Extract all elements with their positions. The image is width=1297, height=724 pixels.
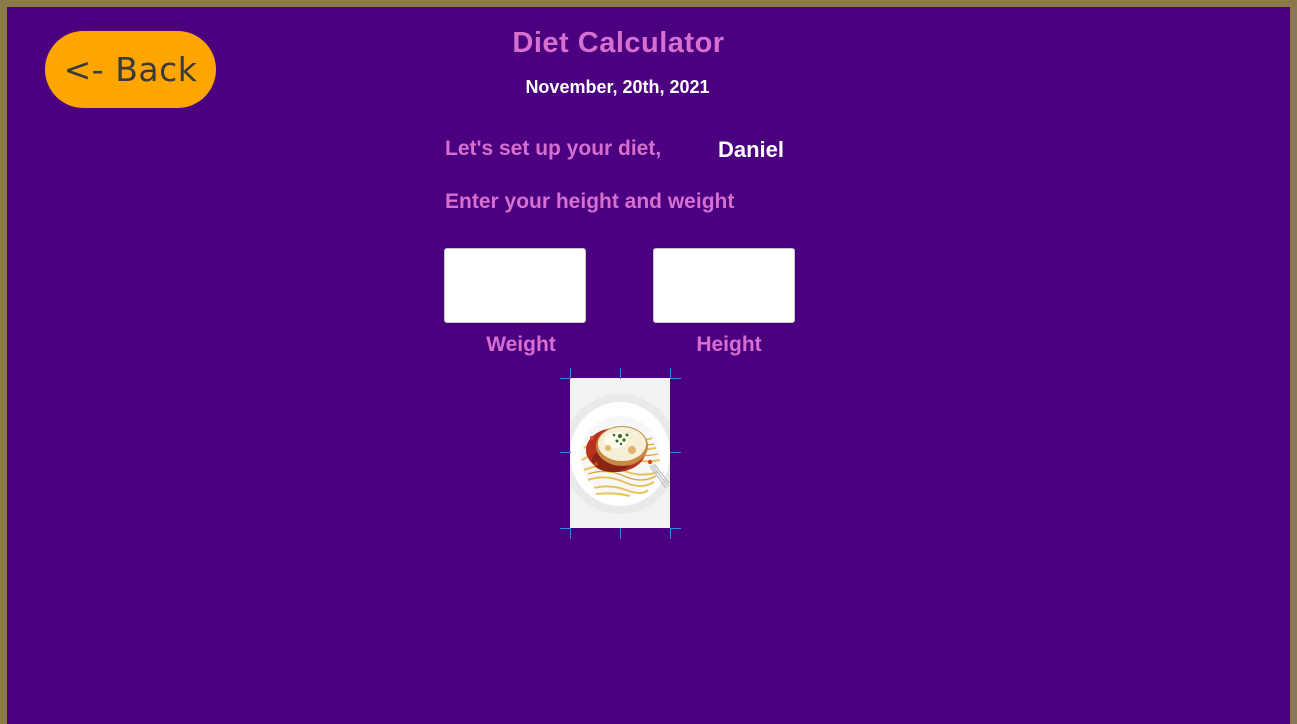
- resize-handle[interactable]: [560, 452, 571, 453]
- weight-label: Weight: [486, 333, 556, 356]
- height-label: Height: [696, 333, 762, 356]
- resize-handle[interactable]: [570, 528, 571, 539]
- resize-handle[interactable]: [670, 368, 671, 379]
- resize-handle[interactable]: [670, 452, 681, 453]
- resize-handle[interactable]: [670, 378, 681, 379]
- resize-handle[interactable]: [570, 368, 571, 379]
- date-label: November, 20th, 2021: [525, 77, 710, 97]
- greeting-text: Let's set up your diet,: [445, 137, 662, 160]
- pasta-plate-icon: [570, 378, 670, 528]
- resize-handle[interactable]: [620, 528, 621, 539]
- height-input[interactable]: [653, 248, 795, 323]
- resize-handle[interactable]: [670, 528, 681, 529]
- page-title: Diet Calculator: [512, 27, 725, 59]
- user-name: Daniel: [718, 137, 785, 162]
- weight-input[interactable]: [444, 248, 586, 323]
- resize-handle[interactable]: [670, 528, 671, 539]
- pasta-dish-image[interactable]: [570, 378, 670, 528]
- app-window: [7, 7, 1290, 724]
- resize-handle[interactable]: [620, 368, 621, 379]
- instruction-text: Enter your height and weight: [445, 190, 735, 213]
